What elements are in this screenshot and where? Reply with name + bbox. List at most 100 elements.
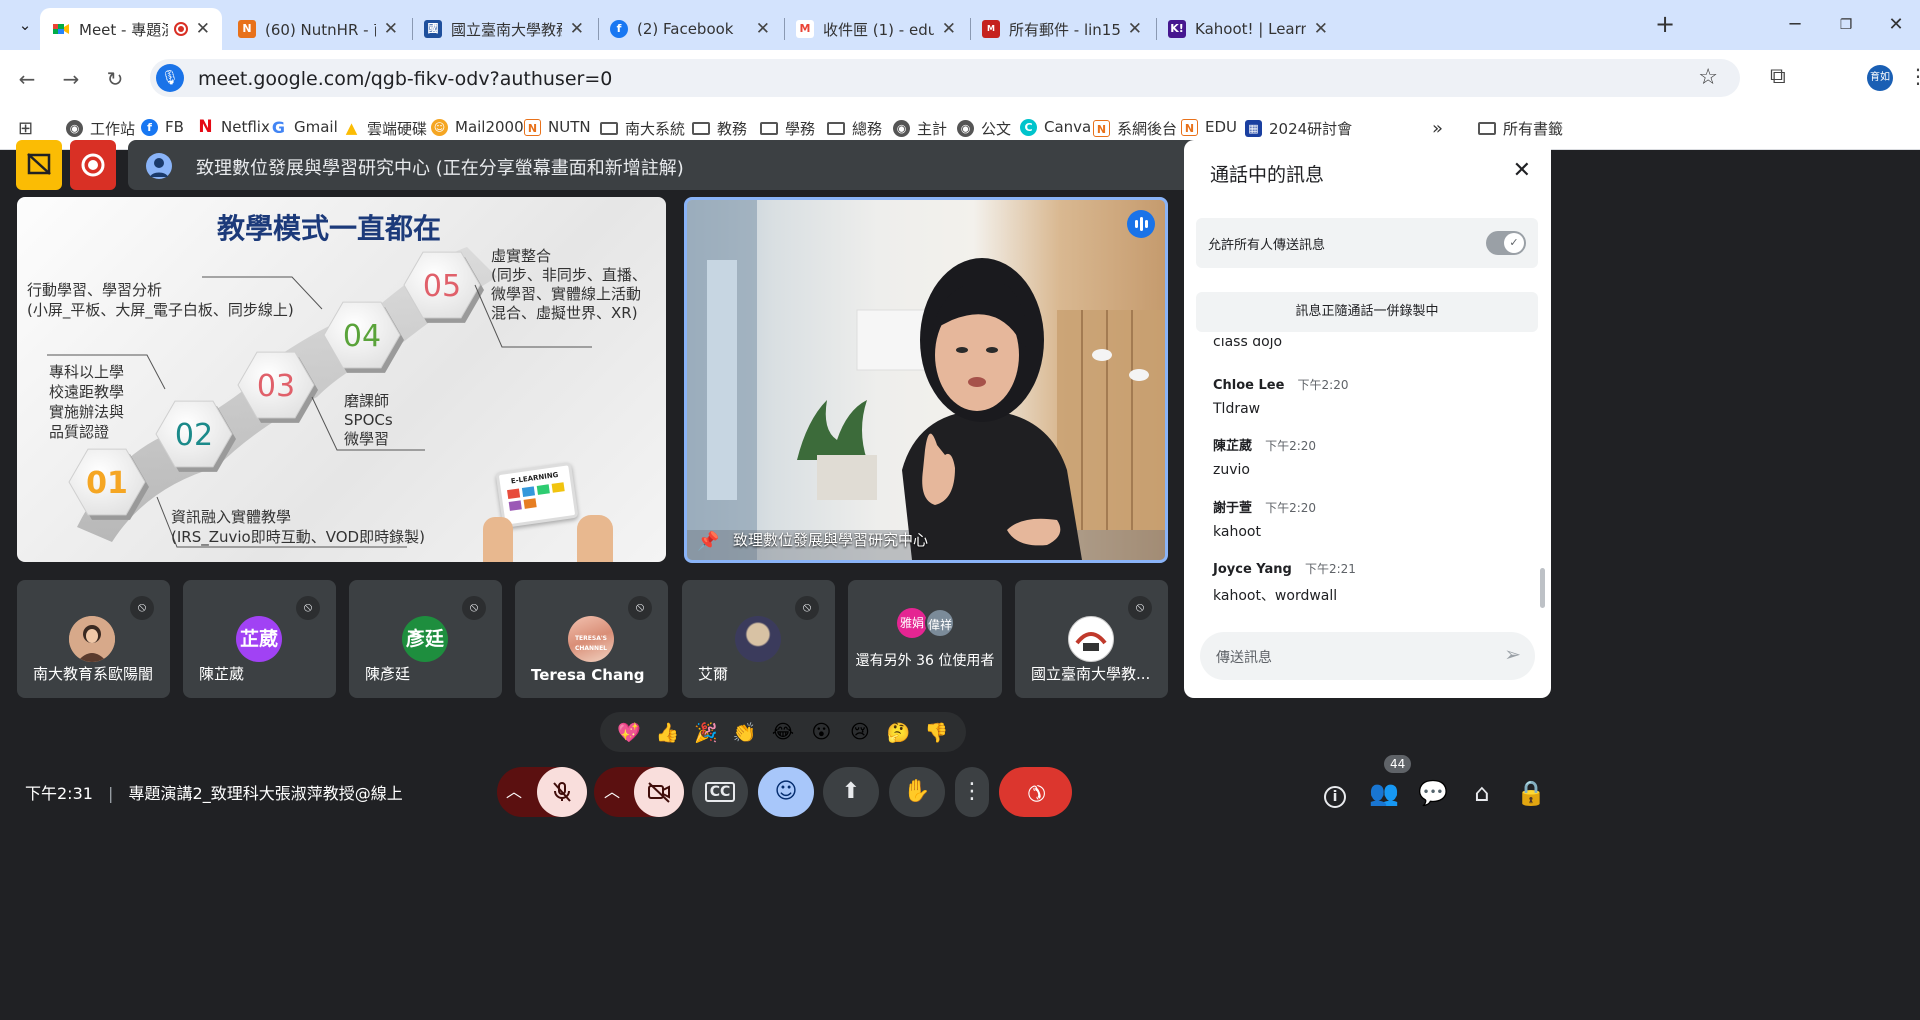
close-panel-button[interactable]: ✕	[1513, 158, 1531, 183]
meet-app: 致理數位發展與學習研究中心 (正在分享螢幕畫面和新增註解) 01 02 03 04 05…	[0, 140, 1920, 1020]
extensions-icon[interactable]: ⧉	[1770, 64, 1786, 89]
send-icon[interactable]: ➢	[1504, 642, 1521, 666]
hide-annotations-button[interactable]	[16, 140, 62, 190]
window-close-button[interactable]: ✕	[1876, 10, 1916, 40]
message-item: 謝于萱 下午2:20 kahoot	[1213, 497, 1316, 540]
more-options-button[interactable]: ⋮	[955, 767, 989, 817]
clapping-reaction[interactable]: 👏	[729, 721, 761, 744]
allow-messages-toggle[interactable]: ✓	[1486, 231, 1526, 255]
all-bookmarks-folder[interactable]: 所有書籤	[1478, 118, 1563, 139]
mic-off-icon: ⦸	[296, 596, 320, 620]
present-button[interactable]: ⬆	[823, 767, 879, 817]
tab-gmail-lin15[interactable]: M 所有郵件 - lin15@gm ✕	[970, 8, 1154, 50]
bookmark-item[interactable]: f FB	[141, 118, 184, 136]
close-icon[interactable]: ✕	[384, 19, 398, 39]
speaker-tile[interactable]: 📌 致理數位發展與學習研究中心	[684, 197, 1168, 563]
thumbs-up-reaction[interactable]: 👍	[652, 721, 684, 744]
close-icon[interactable]: ✕	[1128, 19, 1142, 39]
message-list[interactable]: class dojo Chloe Lee 下午2:20 Tldraw 陳芷葳 下…	[1184, 338, 1551, 610]
tab-kahoot[interactable]: K! Kahoot! | Learning g ✕	[1156, 8, 1340, 50]
participant-tile[interactable]: ⦸ 國立臺南大學教...	[1015, 580, 1168, 698]
mic-toggle-button[interactable]	[537, 767, 587, 817]
bookmark-item[interactable]: N EDU	[1181, 118, 1237, 136]
others-tile[interactable]: 雅娟 偉祥 還有另外 36 位使用者	[848, 580, 1002, 698]
message-sender: 謝于萱	[1213, 501, 1253, 516]
reload-button[interactable]: ↻	[100, 64, 130, 94]
chat-button[interactable]: 💬	[1411, 771, 1455, 815]
message-text: kahoot	[1213, 524, 1261, 540]
bookmark-item[interactable]: N NUTN	[524, 118, 591, 136]
close-icon[interactable]: ✕	[942, 19, 956, 39]
message-input[interactable]: 傳送訊息 ➢	[1200, 632, 1535, 680]
bookmark-item[interactable]: ◉ 工作站	[66, 118, 135, 139]
participant-tile[interactable]: ⦸ 芷葳 陳芷葳	[183, 580, 336, 698]
bookmark-folder[interactable]: 總務	[827, 118, 882, 139]
back-button[interactable]: ←	[12, 64, 42, 94]
bookmark-star-icon[interactable]: ☆	[1698, 65, 1718, 90]
close-icon[interactable]: ✕	[570, 19, 584, 39]
thumbs-down-reaction[interactable]: 👎	[921, 721, 953, 744]
close-icon[interactable]: ✕	[756, 19, 770, 39]
bookmark-folder[interactable]: 學務	[760, 118, 815, 139]
camera-chevron-icon[interactable]: ︿	[604, 778, 620, 802]
kahoot-icon: K!	[1168, 20, 1186, 38]
activities-button[interactable]: ⌂	[1460, 771, 1504, 815]
bookmark-folder[interactable]: 南大系統	[600, 118, 685, 139]
tab-facebook[interactable]: f (2) Facebook ✕	[598, 8, 782, 50]
participant-tile[interactable]: ⦸ 艾爾	[682, 580, 835, 698]
chat-scrollbar[interactable]	[1540, 568, 1545, 608]
leave-call-button[interactable]: ✆	[999, 767, 1072, 817]
raise-hand-button[interactable]: ✋	[889, 767, 945, 817]
forward-button[interactable]: →	[56, 64, 86, 94]
omnibox[interactable]: 🎙 meet.google.com/qgb-fikv-odv?authuser=…	[150, 59, 1740, 97]
bookmark-item[interactable]: ☺ Mail2000	[431, 118, 524, 136]
profile-avatar[interactable]: 育如	[1867, 65, 1893, 91]
meeting-details-button[interactable]: i	[1313, 771, 1357, 815]
pin-icon[interactable]: 📌	[697, 531, 719, 552]
host-controls-button[interactable]: 🔒	[1509, 771, 1553, 815]
message-sender: Joyce Yang	[1213, 562, 1292, 577]
bookmark-item[interactable]: C Canva	[1020, 118, 1091, 136]
mic-chevron-icon[interactable]: ︿	[506, 778, 522, 802]
minimize-button[interactable]: ─	[1775, 10, 1815, 40]
close-icon[interactable]: ✕	[196, 19, 210, 39]
participant-avatar: TERESA'S CHANNEL	[568, 616, 614, 662]
sparkling-heart-reaction[interactable]: 💖	[613, 721, 645, 744]
bookmark-item[interactable]: G Gmail	[270, 118, 338, 136]
bookmark-item[interactable]: ◉ 主計	[893, 118, 947, 139]
participant-tile[interactable]: ⦸ 彥廷 陳彥廷	[349, 580, 502, 698]
restore-button[interactable]: ❐	[1826, 10, 1866, 40]
more-bookmarks-icon[interactable]: »	[1432, 118, 1443, 139]
recording-button[interactable]	[70, 140, 116, 190]
camera-toggle-button[interactable]	[634, 767, 684, 817]
tab-meet[interactable]: Meet - 專題演講_致理科大張淑萍教授@線上 ✕	[40, 8, 222, 50]
crying-reaction[interactable]: 😢	[844, 721, 876, 743]
party-popper-reaction[interactable]: 🎉	[690, 721, 722, 744]
thinking-reaction[interactable]: 🤔	[882, 721, 914, 744]
bookmark-item[interactable]: ▲ 雲端硬碟	[343, 118, 427, 139]
people-button[interactable]: 👥 44	[1362, 755, 1412, 815]
university-logo	[1068, 616, 1114, 662]
tab-nutn-academic[interactable]: 國 國立臺南大學教務線上 ✕	[412, 8, 596, 50]
laughing-reaction[interactable]: 😂	[767, 721, 799, 743]
shared-screen[interactable]: 01 02 03 04 05 教學模式一直都在 行動學習、學習分析 (小屏_平板、大屏_…	[17, 197, 666, 562]
microphone-icon[interactable]: 🎙	[156, 64, 184, 92]
participant-tile[interactable]: ⦸ TERESA'S CHANNEL Teresa Chang	[515, 580, 668, 698]
bookmark-item[interactable]: ▦ 2024研討會	[1245, 118, 1352, 139]
bookmark-item[interactable]: N Netflix	[197, 118, 269, 136]
bookmark-item[interactable]: N 系網後台	[1093, 118, 1177, 139]
tab-nutnhr[interactable]: N (60) NutnHR - 南大教 ✕	[226, 8, 410, 50]
participant-tile[interactable]: ⦸ 南大教育系歐陽闇	[17, 580, 170, 698]
reactions-button[interactable]: ☺	[758, 767, 814, 817]
browser-menu-icon[interactable]: ⋮	[1908, 64, 1920, 88]
captions-button[interactable]: CC	[692, 767, 748, 817]
apps-icon[interactable]: ⊞	[18, 118, 33, 139]
bookmark-folder[interactable]: 教務	[692, 118, 747, 139]
surprised-reaction[interactable]: 😮	[805, 721, 837, 743]
bookmark-item[interactable]: ◉ 公文	[957, 118, 1011, 139]
tab-gmail-edu[interactable]: M 收件匣 (1) - edu@gm ✕	[784, 8, 968, 50]
close-icon[interactable]: ✕	[1314, 19, 1328, 39]
tab-search-button[interactable]: ⌄	[12, 12, 38, 38]
participant-name: 陳彥廷	[365, 665, 411, 683]
new-tab-button[interactable]: +	[1650, 10, 1680, 40]
